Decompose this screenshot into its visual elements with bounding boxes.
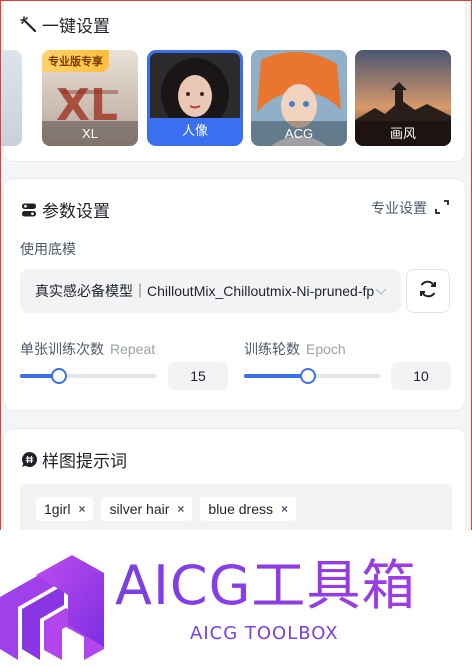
slider-knob[interactable] <box>299 368 316 384</box>
brand-subtitle: AICG TOOLBOX <box>190 623 339 644</box>
tag-text: blue dress <box>208 501 273 517</box>
slider-fill <box>244 374 308 378</box>
refresh-button[interactable] <box>406 269 450 313</box>
preset-list: XL 专业版专享 XL 人像 ACG 画风 <box>1 50 467 146</box>
expand-icon <box>435 199 449 217</box>
brand-logo-icon <box>0 555 104 660</box>
repeat-slider[interactable] <box>20 368 156 384</box>
params-card: 参数设置 专业设置 使用底模 真实感必备模型｜ChilloutMix_Chill… <box>3 178 466 411</box>
prompt-card: 样图提示词 1girl × silver hair × blue dress × <box>3 428 466 530</box>
epoch-label-sub: Epoch <box>306 341 346 357</box>
refresh-icon <box>418 279 438 304</box>
prompt-header: 样图提示词 <box>20 447 127 472</box>
tag-item: blue dress × <box>200 497 297 521</box>
params-title: 参数设置 <box>42 202 110 221</box>
preset-label: 人像 <box>150 118 240 143</box>
preset-item-portrait[interactable]: 人像 <box>147 50 243 146</box>
tag-list: 1girl × silver hair × blue dress × <box>36 497 297 521</box>
brand-title: AICG工具箱 <box>115 555 445 617</box>
prompt-title: 样图提示词 <box>42 452 127 471</box>
epoch-input[interactable]: 10 <box>391 362 451 390</box>
quick-setup-header: 一键设置 <box>20 12 110 37</box>
slider-knob[interactable] <box>51 368 68 384</box>
quick-setup-card: 一键设置 XL 专业版专享 XL 人像 ACG 画风 <box>1 1 467 162</box>
repeat-label-text: 单张训练次数 <box>20 341 104 357</box>
pro-settings-label: 专业设置 <box>371 200 427 216</box>
brand-banner: AICG工具箱 AICG TOOLBOX <box>0 530 472 667</box>
magic-wand-icon <box>20 15 38 34</box>
preset-item-acg[interactable]: ACG <box>251 50 347 146</box>
preset-item-style[interactable]: 画风 <box>355 50 451 146</box>
base-model-select[interactable]: 真实感必备模型｜ChilloutMix_Chilloutmix-Ni-prune… <box>20 269 401 313</box>
pro-settings-link[interactable]: 专业设置 <box>371 198 449 218</box>
prompt-tag-input[interactable]: 1girl × silver hair × blue dress × <box>20 484 452 530</box>
app-frame: 一键设置 XL 专业版专享 XL 人像 ACG 画风 参数设置 专业设置 使用底… <box>0 0 472 530</box>
preset-label: 画风 <box>355 121 451 146</box>
repeat-label: 单张训练次数 Repeat <box>20 339 155 359</box>
preset-label: XL <box>42 121 138 146</box>
repeat-input[interactable]: 15 <box>168 362 228 390</box>
epoch-slider[interactable] <box>244 368 380 384</box>
preset-item-xl[interactable]: XL 专业版专享 XL <box>42 50 138 146</box>
close-icon[interactable]: × <box>177 502 184 516</box>
base-model-value: 真实感必备模型｜ChilloutMix_Chilloutmix-Ni-prune… <box>35 283 375 299</box>
tag-item: silver hair × <box>101 497 193 521</box>
epoch-label: 训练轮数 Epoch <box>244 339 346 359</box>
preset-item[interactable] <box>1 50 22 146</box>
base-model-label: 使用底模 <box>20 241 76 257</box>
tag-item: 1girl × <box>36 497 94 521</box>
tag-text: silver hair <box>109 501 170 517</box>
hashtag-chat-icon <box>20 451 38 469</box>
sliders-icon <box>20 201 38 219</box>
params-header: 参数设置 <box>20 197 110 222</box>
close-icon[interactable]: × <box>281 502 288 516</box>
chevron-down-icon <box>375 283 391 299</box>
repeat-label-sub: Repeat <box>110 341 156 357</box>
quick-setup-title: 一键设置 <box>42 17 110 36</box>
pro-badge: 专业版专享 <box>42 50 109 72</box>
epoch-label-text: 训练轮数 <box>244 341 300 357</box>
preset-label: ACG <box>251 121 347 146</box>
tag-text: 1girl <box>44 501 71 517</box>
close-icon[interactable]: × <box>78 502 85 516</box>
